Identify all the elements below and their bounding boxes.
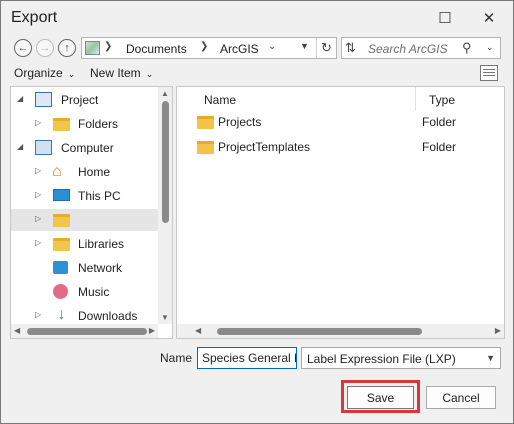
tree-item-music[interactable]: Music [11, 281, 158, 303]
collapsed-icon[interactable]: ▷ [35, 238, 41, 247]
breadcrumb-arcgis[interactable]: ArcGIS [220, 42, 259, 56]
toolbar: Organize ⌄ New Item ⌄ [1, 63, 513, 85]
chevron-down-icon[interactable]: ▼ [486, 353, 495, 363]
close-icon[interactable]: ✕ [475, 5, 503, 31]
tree-item-this-pc[interactable]: ▷ This PC [11, 185, 158, 207]
address-bar[interactable]: ❯ Documents ❯ ArcGIS ⌄ ▼ ↻ [81, 37, 337, 59]
file-name: Projects [218, 115, 262, 129]
file-type: Folder [422, 140, 457, 154]
scroll-down-icon[interactable]: ▼ [161, 313, 169, 322]
refresh-icon[interactable]: ↻ [316, 38, 336, 58]
name-label: Name [160, 351, 193, 365]
file-type-value: Label Expression File (LXP) [307, 352, 456, 366]
file-row-projecttemplates[interactable]: ProjectTemplates Folder [177, 136, 490, 158]
tree-item-label: Project [61, 93, 99, 107]
search-input[interactable]: Search ArcGIS [368, 42, 448, 56]
navigation-tree: ◢ Project ▷ Folders ◢ Computer ▷ ⌂ Home … [10, 86, 173, 339]
libraries-icon [53, 238, 70, 251]
tree-item-label: Libraries [78, 237, 125, 251]
project-icon [35, 92, 52, 107]
search-box[interactable]: ⇅ Search ArcGIS ⚲ ⌄ [341, 37, 501, 59]
column-divider[interactable] [415, 87, 416, 111]
chevron-down-icon[interactable]: ⌄ [486, 42, 494, 53]
scrollbar-thumb[interactable] [217, 328, 422, 335]
file-type-select[interactable]: Label Expression File (LXP) ▼ [301, 347, 501, 369]
chevron-right-icon[interactable]: ❯ [104, 41, 112, 52]
file-list-horizontal-scrollbar[interactable]: ◀ ▶ [177, 324, 504, 338]
new-item-label: New Item [90, 66, 141, 80]
location-icon [85, 41, 100, 55]
network-icon [53, 261, 68, 274]
chevron-down-icon: ⌄ [67, 69, 76, 79]
tree-item-libraries[interactable]: ▷ Libraries [11, 233, 158, 255]
column-header-name[interactable]: Name [204, 87, 236, 111]
folder-icon [53, 118, 70, 131]
tree-item-label: Home [78, 165, 111, 179]
tree-item-home[interactable]: ▷ ⌂ Home [11, 161, 158, 183]
title-bar: Export ☐ ✕ [1, 1, 513, 34]
collapsed-icon[interactable]: ▷ [35, 166, 41, 175]
tree-item-label: This PC [78, 189, 121, 203]
scroll-right-icon[interactable]: ▶ [149, 326, 155, 335]
organize-menu[interactable]: Organize ⌄ [14, 66, 75, 80]
back-icon[interactable]: ← [14, 39, 32, 57]
expanded-icon[interactable]: ◢ [17, 94, 23, 103]
folder-icon [53, 214, 70, 227]
tree-item-folders[interactable]: ▷ Folders [11, 113, 158, 135]
tree-item-project[interactable]: ◢ Project [11, 89, 158, 111]
folder-icon [197, 116, 214, 129]
scroll-left-icon[interactable]: ◀ [14, 326, 20, 335]
collapsed-icon[interactable]: ▷ [35, 190, 41, 199]
tree-item-computer[interactable]: ◢ Computer [11, 137, 158, 159]
sort-icon[interactable]: ⇅ [345, 40, 356, 56]
scrollbar-thumb[interactable] [162, 101, 169, 223]
folder-icon [197, 141, 214, 154]
scrollbar-thumb[interactable] [27, 328, 147, 335]
forward-icon[interactable]: → [36, 39, 54, 57]
tree-vertical-scrollbar[interactable]: ▲ ▼ [158, 87, 172, 324]
file-type: Folder [422, 115, 457, 129]
chevron-down-icon: ⌄ [145, 69, 154, 79]
home-icon: ⌂ [52, 163, 62, 180]
tree-item-label: Music [78, 285, 110, 299]
tree-item-label: Downloads [78, 309, 138, 323]
filename-input[interactable]: Species General N [197, 347, 297, 369]
pc-icon [53, 189, 70, 201]
file-name: ProjectTemplates [218, 140, 311, 154]
file-row-projects[interactable]: Projects Folder [177, 111, 490, 133]
new-item-menu[interactable]: New Item ⌄ [90, 66, 153, 80]
tree-item-folder[interactable]: ▷ [11, 209, 158, 231]
expanded-icon[interactable]: ◢ [17, 142, 23, 151]
up-icon[interactable]: ↑ [58, 39, 76, 57]
tree-item-network[interactable]: Network [11, 257, 158, 279]
scroll-up-icon[interactable]: ▲ [161, 89, 169, 98]
tree-item-label: Network [78, 261, 123, 275]
music-icon [53, 284, 68, 299]
export-dialog: Export ☐ ✕ ← → ↑ ❯ Documents ❯ ArcGIS ⌄ … [0, 0, 514, 424]
tree-item-label: Folders [78, 117, 119, 131]
file-list: Name Type Projects Folder ProjectTemplat… [176, 86, 505, 339]
scroll-left-icon[interactable]: ◀ [195, 326, 201, 335]
collapsed-icon[interactable]: ▷ [35, 118, 41, 127]
chevron-down-icon[interactable]: ⌄ [268, 41, 276, 52]
tree-item-label: Computer [61, 141, 114, 155]
dialog-title: Export [11, 9, 58, 26]
computer-icon [35, 140, 52, 155]
chevron-right-icon[interactable]: ❯ [200, 41, 208, 52]
address-dropdown-icon[interactable]: ▼ [300, 41, 309, 51]
collapsed-icon[interactable]: ▷ [35, 310, 41, 319]
view-toggle-icon[interactable] [480, 65, 498, 81]
cancel-button[interactable]: Cancel [426, 386, 496, 409]
collapsed-icon[interactable]: ▷ [35, 214, 41, 223]
maximize-icon[interactable]: ☐ [431, 5, 459, 31]
breadcrumb-documents[interactable]: Documents [126, 42, 187, 56]
scroll-right-icon[interactable]: ▶ [495, 326, 501, 335]
downloads-icon: ↓ [57, 306, 66, 323]
tree-horizontal-scrollbar[interactable]: ◀ ▶ [11, 324, 158, 338]
column-header-type[interactable]: Type [429, 87, 455, 111]
save-button[interactable]: Save [347, 386, 414, 409]
organize-label: Organize [14, 66, 63, 80]
search-icon[interactable]: ⚲ [462, 40, 472, 56]
